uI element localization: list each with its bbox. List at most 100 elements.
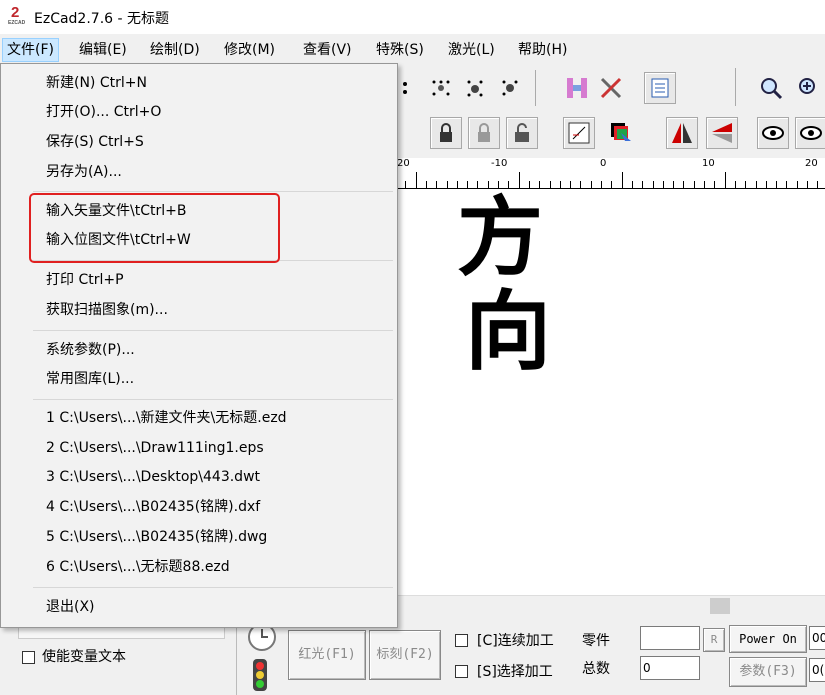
ruler-tick bbox=[663, 181, 664, 188]
canvas-text-char[interactable]: 方 bbox=[457, 195, 543, 281]
menu-item-recent-file[interactable]: 5 C:\Users\...\B02435(铭牌).dwg bbox=[46, 527, 267, 547]
node-join-icon[interactable] bbox=[459, 72, 491, 104]
coordinate-icon[interactable] bbox=[563, 117, 595, 149]
ruler-tick bbox=[786, 181, 787, 188]
ruler-label: 20 bbox=[805, 158, 818, 169]
menu-separator bbox=[33, 399, 393, 400]
ruler-tick bbox=[694, 181, 695, 188]
reset-parts-button[interactable]: R bbox=[703, 628, 725, 652]
power-on-button[interactable]: Power On bbox=[729, 625, 807, 653]
continuous-label: [C]连续加工 bbox=[477, 633, 554, 649]
eye-all-icon[interactable] bbox=[795, 117, 825, 149]
menu-item-recent-file[interactable]: 4 C:\Users\...\B02435(铭牌).dxf bbox=[46, 497, 260, 517]
ruler-tick bbox=[447, 181, 448, 188]
ruler-tick bbox=[611, 181, 612, 188]
ruler-tick bbox=[436, 181, 437, 188]
ruler-tick bbox=[683, 181, 684, 188]
ruler-tick bbox=[745, 181, 746, 188]
enable-var-text-checkbox[interactable] bbox=[22, 651, 35, 664]
parts-label: 零件 bbox=[582, 633, 610, 649]
menu-laser[interactable]: 激光(L) bbox=[444, 39, 499, 61]
total-label: 总数 bbox=[582, 661, 610, 677]
ruler-tick bbox=[817, 181, 818, 188]
ruler-tick bbox=[405, 181, 406, 188]
menu-separator bbox=[33, 191, 393, 192]
menu-edit[interactable]: 编辑(E) bbox=[75, 39, 131, 61]
ruler-tick bbox=[756, 181, 757, 188]
ruler-tick bbox=[797, 181, 798, 188]
tools-icon[interactable] bbox=[595, 72, 627, 104]
menu-item-open[interactable]: 打开(O)... Ctrl+O bbox=[46, 102, 161, 122]
menu-item-system-params[interactable]: 系统参数(P)... bbox=[46, 340, 135, 360]
ruler-tick bbox=[807, 181, 808, 188]
continuous-checkbox[interactable] bbox=[455, 634, 468, 647]
lock-icon[interactable] bbox=[430, 117, 462, 149]
menu-item-save[interactable]: 保存(S) Ctrl+S bbox=[46, 132, 144, 152]
layer-color-icon[interactable] bbox=[605, 117, 637, 149]
menu-item-recent-file[interactable]: 2 C:\Users\...\Draw111ing1.eps bbox=[46, 438, 264, 458]
panel-divider bbox=[236, 619, 237, 695]
canvas-text-char[interactable]: 向 bbox=[465, 289, 551, 375]
ruler-tick bbox=[519, 172, 520, 188]
ruler-tick bbox=[704, 181, 705, 188]
menu-item-recent-file[interactable]: 6 C:\Users\...\无标题88.ezd bbox=[46, 557, 230, 577]
drawing-canvas[interactable]: 方 向 bbox=[395, 189, 825, 595]
list-view-icon[interactable] bbox=[644, 72, 676, 104]
ruler-tick bbox=[653, 181, 654, 188]
menu-item-library[interactable]: 常用图库(L)... bbox=[46, 369, 134, 389]
enable-var-text-label: 使能变量文本 bbox=[42, 649, 126, 665]
mirror-vertical-icon[interactable] bbox=[706, 117, 738, 149]
menu-help[interactable]: 帮助(H) bbox=[514, 39, 571, 61]
select-process-checkbox[interactable] bbox=[455, 665, 468, 678]
zoom-icon[interactable] bbox=[755, 72, 787, 104]
ruler-tick bbox=[591, 181, 592, 188]
menu-item-scan[interactable]: 获取扫描图象(m)... bbox=[46, 300, 168, 320]
ruler-tick bbox=[601, 181, 602, 188]
unlock-all-icon[interactable] bbox=[506, 117, 538, 149]
menu-view[interactable]: 查看(V) bbox=[299, 39, 356, 61]
ruler-label: 0 bbox=[600, 158, 607, 169]
red-light-button[interactable]: 红光(F1) bbox=[288, 630, 366, 680]
ruler-tick bbox=[714, 181, 715, 188]
title-bar: 2 EZCAD EzCad2.7.6 - 无标题 bbox=[0, 0, 825, 34]
menu-item-new[interactable]: 新建(N) Ctrl+N bbox=[46, 73, 147, 93]
toolbar-second bbox=[395, 112, 825, 156]
menu-item-recent-file[interactable]: 1 C:\Users\...\新建文件夹\无标题.ezd bbox=[46, 408, 287, 428]
right-edge-field[interactable]: 00 bbox=[809, 626, 825, 650]
parts-input[interactable] bbox=[640, 626, 700, 650]
ruler-tick bbox=[642, 181, 643, 188]
menu-special[interactable]: 特殊(S) bbox=[372, 39, 428, 61]
ruler-tick bbox=[426, 181, 427, 188]
params-button[interactable]: 参数(F3) bbox=[729, 657, 807, 687]
horizontal-scrollbar[interactable] bbox=[395, 595, 825, 616]
menu-modify[interactable]: 修改(M) bbox=[220, 39, 279, 61]
toolbar-divider bbox=[535, 70, 536, 106]
ruler-tick bbox=[580, 181, 581, 188]
ezcad-logo-icon: 2 EZCAD bbox=[8, 4, 26, 26]
menu-file[interactable]: 文件(F) bbox=[2, 38, 59, 62]
toolbar-top bbox=[395, 66, 825, 110]
menu-item-print[interactable]: 打印 Ctrl+P bbox=[46, 270, 124, 290]
node-align-icon[interactable] bbox=[395, 72, 427, 104]
ruler-label: 20 bbox=[397, 158, 410, 169]
menu-item-recent-file[interactable]: 3 C:\Users\...\Desktop\443.dwt bbox=[46, 467, 260, 487]
unlock-icon[interactable] bbox=[468, 117, 500, 149]
menu-item-exit[interactable]: 退出(X) bbox=[46, 597, 95, 617]
menu-draw[interactable]: 绘制(D) bbox=[146, 39, 204, 61]
toolbar-divider-2 bbox=[735, 68, 736, 106]
ruler-tick bbox=[560, 181, 561, 188]
menu-separator bbox=[33, 587, 393, 588]
scrollbar-thumb[interactable] bbox=[710, 598, 730, 614]
total-input[interactable]: 0 bbox=[640, 656, 700, 680]
right-edge-field-2[interactable]: 0( bbox=[809, 658, 825, 682]
ruler-label: 10 bbox=[702, 158, 715, 169]
hatch-h-icon[interactable] bbox=[561, 72, 593, 104]
menu-item-save-as[interactable]: 另存为(A)... bbox=[46, 162, 122, 182]
node-split-icon[interactable] bbox=[494, 72, 526, 104]
node-dots-icon[interactable] bbox=[425, 72, 457, 104]
mark-button[interactable]: 标刻(F2) bbox=[369, 630, 441, 680]
zoom-in-icon[interactable] bbox=[793, 72, 825, 104]
eye-icon[interactable] bbox=[757, 117, 789, 149]
mirror-horizontal-icon[interactable] bbox=[666, 117, 698, 149]
ruler-label: -10 bbox=[491, 158, 508, 169]
